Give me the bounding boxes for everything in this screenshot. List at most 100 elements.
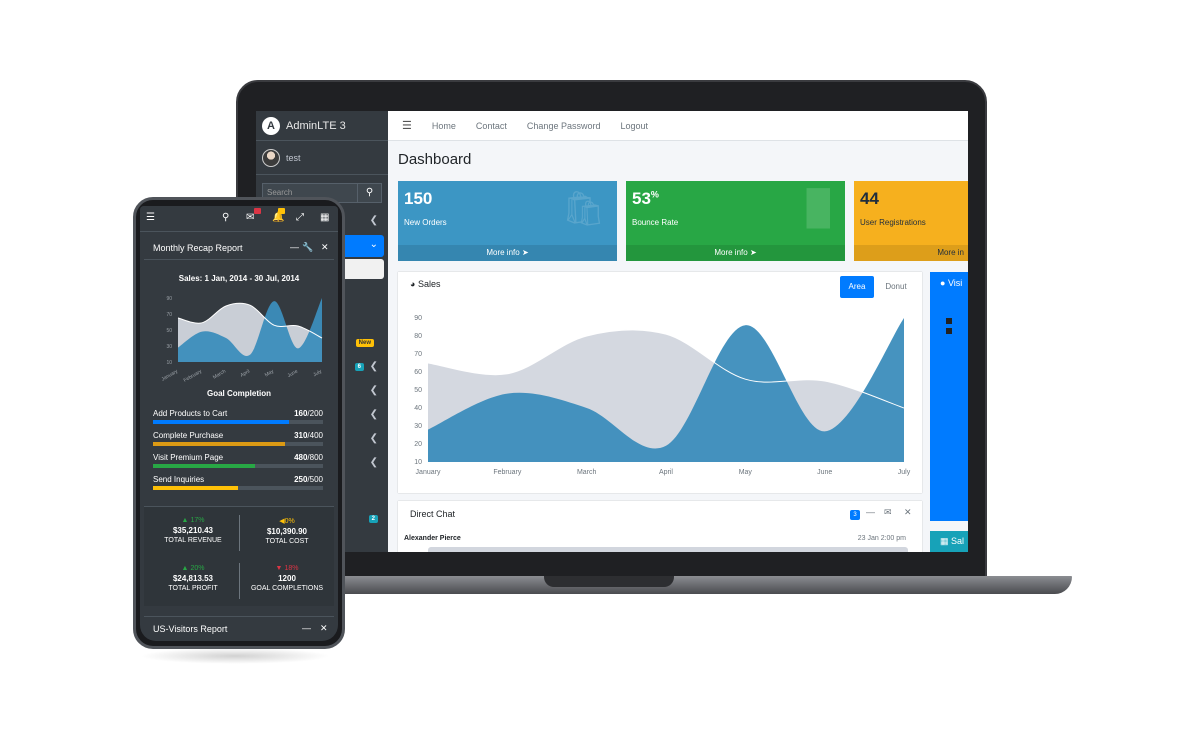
card-header: US-Visitors Report — ✕ [144, 616, 334, 641]
sales-graph-card: ▦ Sal [930, 531, 968, 552]
fullscreen-icon[interactable]: ⤢ [296, 212, 304, 223]
nav-link-contact[interactable]: Contact [476, 121, 507, 131]
stat-box-orders: 150 New Orders 🛍 More info ➤ [398, 181, 617, 261]
arrow-circle-right-icon: ➤ [521, 248, 529, 257]
avatar [262, 148, 280, 167]
y-tick-label: 90 [166, 296, 172, 302]
minimize-icon[interactable]: — [302, 623, 311, 633]
shopping-bag-icon: 🛍 [561, 190, 605, 228]
close-icon[interactable]: ✕ [904, 507, 912, 518]
goal-progress [153, 442, 323, 446]
x-tick-label: July [312, 368, 323, 378]
map-dot [946, 328, 952, 334]
stat-value: 1200 [278, 574, 296, 583]
chevron-left-icon: ❮ [369, 361, 378, 372]
stat-value: $35,210.43 [172, 526, 214, 535]
nav-link-change-password[interactable]: Change Password [527, 121, 601, 131]
minimize-icon[interactable]: — [866, 507, 875, 517]
stat-delta: ▲ 20% [181, 565, 205, 572]
card-title: US-Visitors Report [153, 624, 228, 634]
y-tick-label: 30 [166, 344, 172, 350]
chevron-left-icon: ❮ [369, 385, 378, 396]
more-info-link[interactable]: More info ➤ [626, 245, 845, 261]
card-header: Monthly Recap Report — 🔧 ✕ [144, 236, 334, 260]
arrow-circle-right-icon: ➤ [749, 248, 757, 257]
direct-chat-card: Direct Chat 3 — ✉ ✕ Alexander Pierce 23 … [398, 501, 922, 552]
divider [239, 563, 240, 599]
search-icon[interactable]: ⚲ [222, 212, 229, 223]
user-name: test [286, 152, 301, 163]
x-tick-label: March [212, 368, 227, 380]
goal-progress-fill [153, 464, 255, 468]
stat-delta: ▲ 17% [181, 517, 205, 524]
stat-box-registrations: 44 User Registrations More in [854, 181, 968, 261]
sidebar-search-button[interactable]: ⚲ [358, 183, 382, 203]
stat-label: Bounce Rate [632, 218, 679, 227]
x-tick-label: March [577, 469, 597, 476]
laptop-screen: A AdminLTE 3 test Search ⚲ ❮ ⌄ New 6 ❮ ❮… [256, 111, 968, 552]
goal-progress [153, 420, 323, 424]
goal-progress [153, 486, 323, 490]
x-tick-label: January [161, 368, 180, 382]
stat-label: TOTAL COST [265, 538, 309, 545]
chat-author: Alexander Pierce [404, 535, 461, 542]
goal-title: Goal Completion [207, 389, 271, 398]
goal-label-row: Add Products to Cart 160/200 [153, 409, 323, 418]
stat-label: GOAL COMPLETIONS [250, 585, 324, 592]
grid-icon[interactable]: ▦ [320, 212, 329, 223]
x-tick-label: January [416, 469, 441, 476]
stat-value: $24,813.53 [172, 574, 214, 583]
y-tick-label: 90 [414, 315, 422, 322]
phone-navbar: ☰ ⚲ ✉ 🔔 ⤢ ▦ [140, 206, 338, 232]
more-info-link[interactable]: More in [854, 245, 968, 261]
top-navbar: ☰ Home Contact Change Password Logout [388, 111, 968, 141]
y-tick-label: 10 [414, 459, 422, 466]
x-tick-label: February [493, 469, 522, 476]
sales-card: ◕ Sales Area Donut 10 20 30 40 50 60 70 80 90 Jan… [398, 272, 922, 493]
search-icon: ⚲ [365, 187, 374, 198]
x-tick-label: April [659, 469, 673, 476]
goal-label-row: Complete Purchase 310/400 [153, 431, 323, 440]
y-tick-label: 70 [414, 351, 422, 358]
divider [239, 515, 240, 551]
more-info-link[interactable]: More info ➤ [398, 245, 617, 261]
minimize-icon[interactable]: — [290, 242, 299, 252]
nav-link-home[interactable]: Home [432, 121, 456, 131]
nav-link-logout[interactable]: Logout [620, 121, 648, 131]
goal-progress [153, 464, 323, 468]
hamburger-menu-icon[interactable]: ☰ [402, 119, 412, 132]
chevron-left-icon: ❮ [369, 433, 378, 444]
y-tick-label: 60 [414, 369, 422, 376]
goal-label-row: Send Inquiries 250/500 [153, 475, 323, 484]
stat-value: $10,390.90 [266, 527, 308, 536]
stat-box-bounce: 53% Bounce Rate ▉ More info ➤ [626, 181, 845, 261]
close-icon[interactable]: ✕ [321, 242, 329, 253]
brand-link[interactable]: A AdminLTE 3 [256, 111, 388, 141]
hamburger-menu-icon[interactable]: ☰ [146, 212, 155, 223]
card-title: Direct Chat [410, 509, 456, 519]
y-tick-label: 30 [414, 423, 422, 430]
stats-bars-icon: ▉ [806, 190, 833, 228]
stat-value: 150 [404, 189, 433, 208]
count-badge: 6 [354, 363, 364, 371]
sales-area-chart: 10 20 30 40 50 60 70 80 90 January February March Ap… [414, 315, 911, 476]
comments-icon[interactable]: ✉ [246, 212, 254, 223]
close-icon[interactable]: ✕ [320, 623, 328, 634]
user-panel[interactable]: test [256, 141, 388, 175]
x-tick-label: May [739, 469, 753, 476]
chat-time: 23 Jan 2:00 pm [857, 535, 906, 542]
page-title: Dashboard [398, 151, 472, 168]
card-title: Monthly Recap Report [153, 243, 243, 253]
stat-delta: ▼ 18% [275, 565, 299, 572]
map-marker-icon: ● [940, 278, 946, 288]
laptop-notch [544, 576, 674, 587]
stats-footer: ▲ 17% $35,210.43 TOTAL REVENUE ◀0% $10,3… [144, 506, 334, 606]
phone-shadow [140, 648, 330, 664]
comments-icon[interactable]: ✉ [884, 507, 892, 518]
wrench-icon[interactable]: 🔧 [302, 242, 313, 253]
stat-value: 53% [632, 189, 659, 208]
chevron-left-icon: ❮ [369, 409, 378, 420]
adminlte-logo-icon: A [262, 116, 280, 135]
x-tick-label: July [898, 469, 911, 476]
map-dot [946, 318, 952, 324]
